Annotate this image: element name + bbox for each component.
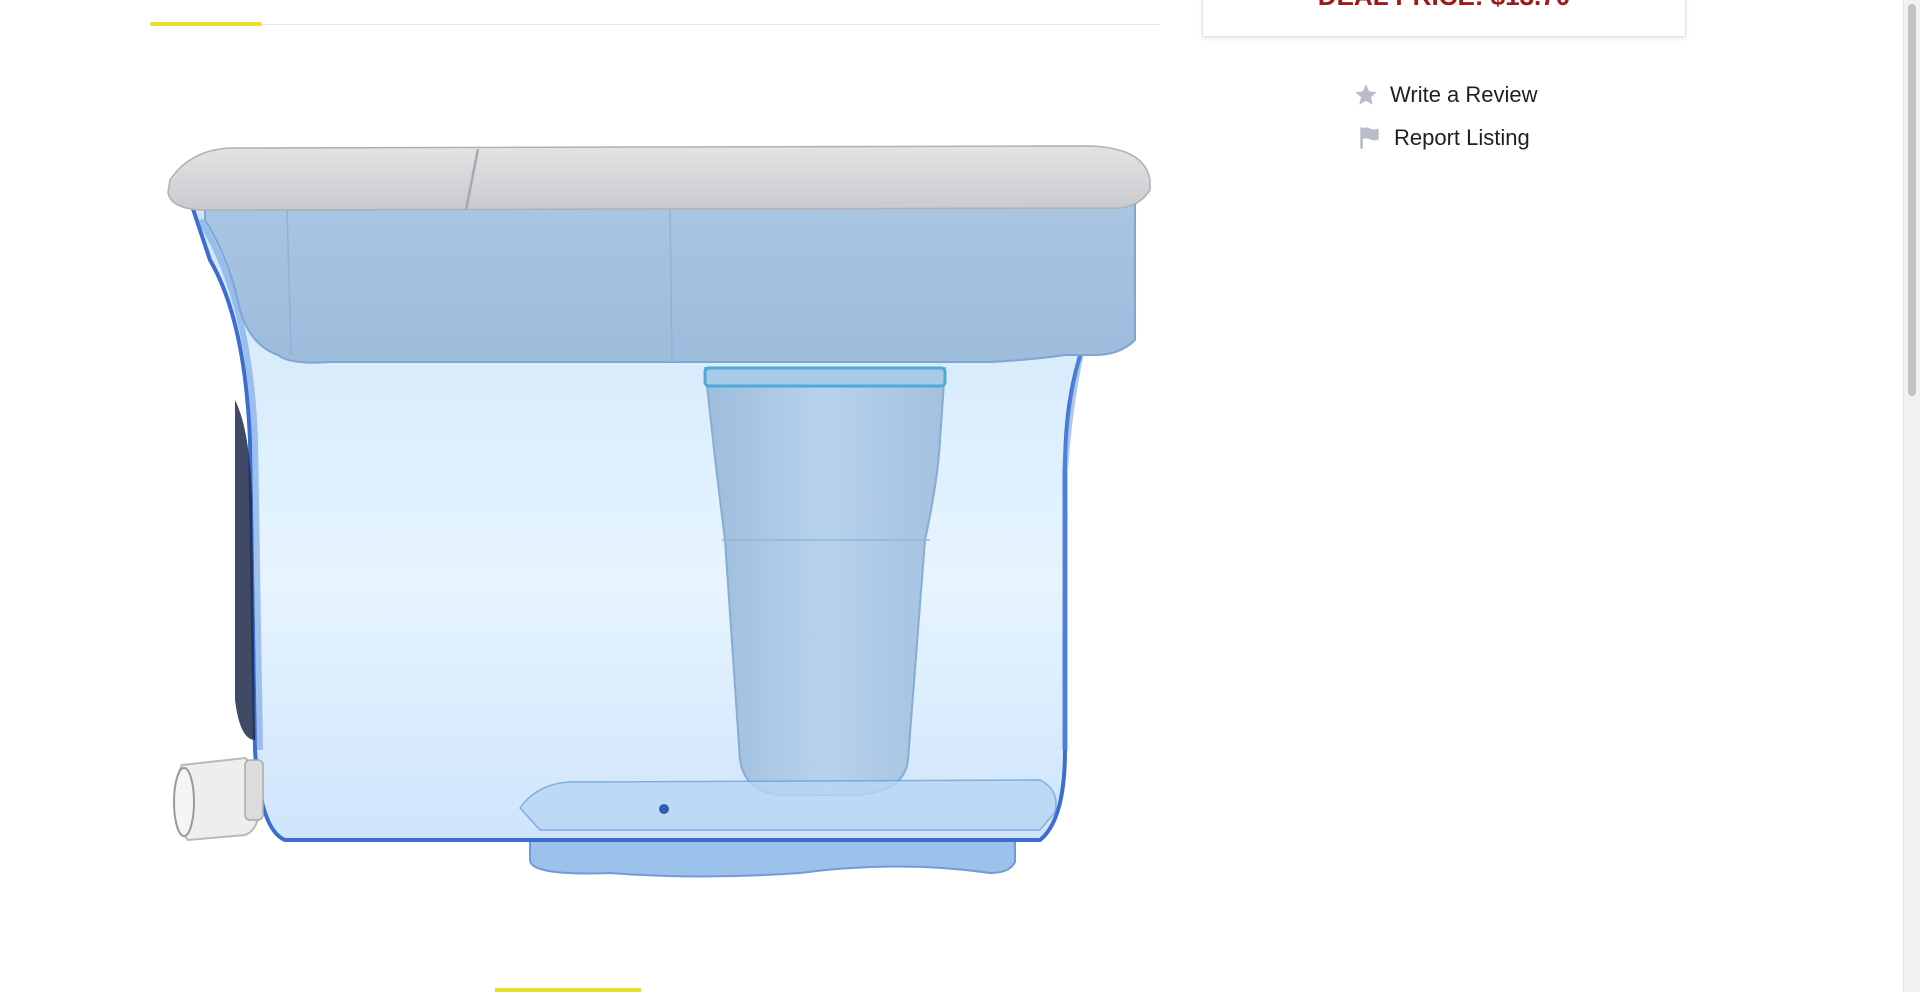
gallery-tab-strip <box>150 22 1160 26</box>
report-listing-link[interactable]: Report Listing <box>1352 121 1538 155</box>
scrollbar-thumb[interactable] <box>1908 4 1916 396</box>
active-tab-underline <box>150 22 262 26</box>
product-image[interactable] <box>160 140 1160 890</box>
star-icon <box>1352 81 1380 109</box>
flag-icon <box>1356 124 1384 152</box>
write-review-label: Write a Review <box>1390 82 1538 107</box>
report-listing-label: Report Listing <box>1394 125 1530 150</box>
listing-actions: Write a Review Report Listing <box>1352 78 1538 164</box>
page-scrollbar[interactable] <box>1903 0 1920 992</box>
deal-price: DEAL PRICE: $13.70 <box>1203 0 1685 12</box>
product-page: DEAL PRICE: $13.70 Write a Review Report… <box>0 0 1920 992</box>
write-review-link[interactable]: Write a Review <box>1352 78 1538 112</box>
deal-price-card: DEAL PRICE: $13.70 <box>1202 0 1686 37</box>
thumbnail-active-indicator <box>495 988 641 992</box>
